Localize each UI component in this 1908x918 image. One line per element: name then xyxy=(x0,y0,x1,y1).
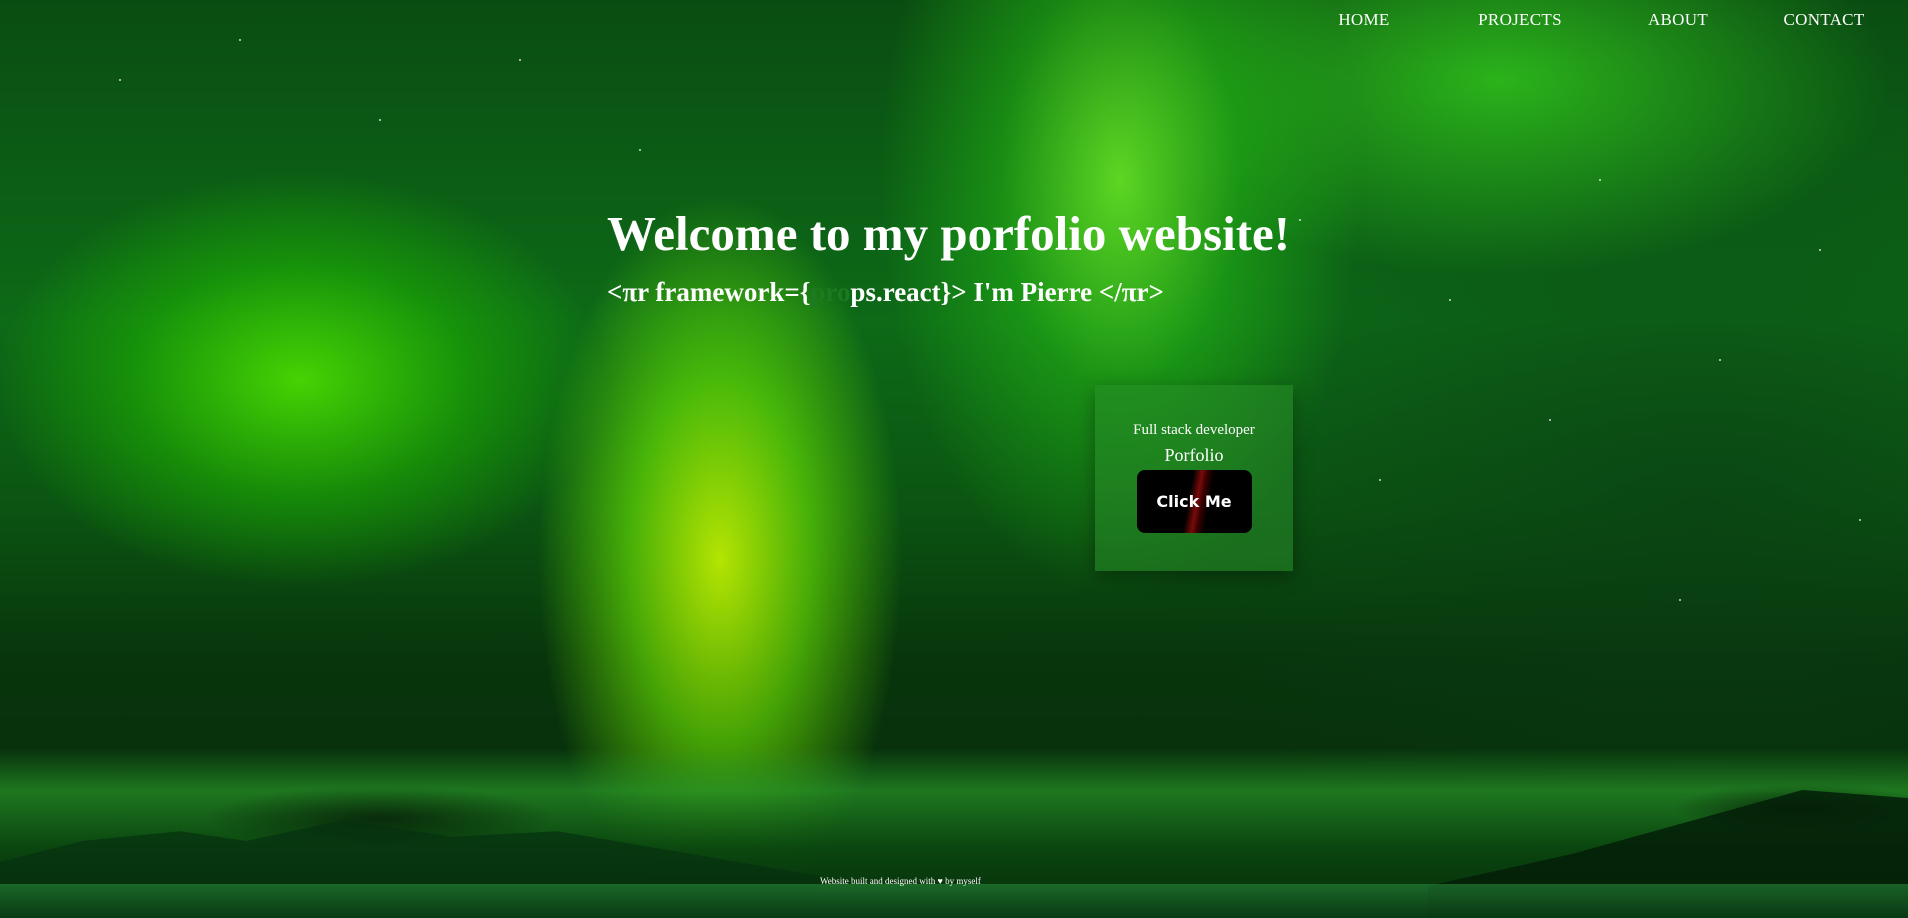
hero-title: Welcome to my porfolio website! xyxy=(607,206,1291,261)
nav-contact[interactable]: CONTACT xyxy=(1776,10,1872,30)
hero-subtitle-suffix: ps.react}> I'm Pierre </πr> xyxy=(850,277,1164,307)
click-me-button[interactable]: Click Me xyxy=(1136,470,1252,533)
portfolio-card: Full stack developer Porfolio Click Me xyxy=(1095,385,1293,571)
water xyxy=(0,884,1908,918)
hero-subtitle-muted: pro xyxy=(810,277,851,307)
card-role: Full stack developer xyxy=(1133,422,1255,438)
nav-home[interactable]: HOME xyxy=(1328,10,1400,30)
hero-subtitle-prefix: <πr framework={ xyxy=(607,277,811,307)
top-nav: HOME PROJECTS ABOUT CONTACT xyxy=(1328,10,1872,30)
card-label: Porfolio xyxy=(1164,445,1224,465)
page-background: HOME PROJECTS ABOUT CONTACT Welcome to m… xyxy=(0,0,1908,918)
nav-about[interactable]: ABOUT xyxy=(1636,10,1720,30)
hero-subtitle: <πr framework={props.react}> I'm Pierre … xyxy=(607,277,1164,308)
footer-text: Website built and designed with ♥ by mys… xyxy=(820,876,981,886)
nav-projects[interactable]: PROJECTS xyxy=(1472,10,1568,30)
